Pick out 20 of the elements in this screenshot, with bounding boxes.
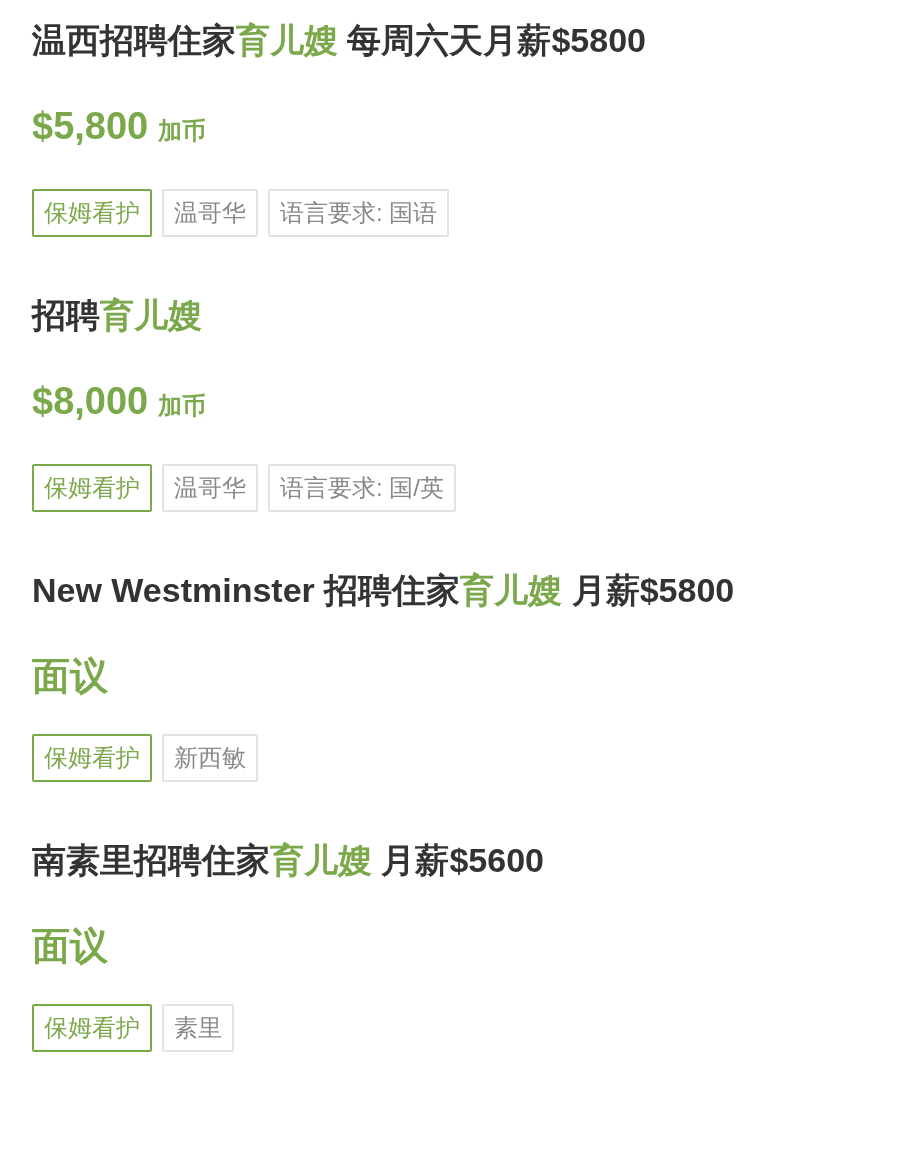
price: $8,000: [32, 379, 149, 424]
category-tag: 保姆看护: [32, 734, 152, 782]
currency-unit: 加币: [158, 116, 207, 146]
listing-title[interactable]: 温西招聘住家育儿嫂 每周六天月薪$5800: [32, 14, 920, 66]
price: 面议: [32, 924, 108, 969]
category-tag: 保姆看护: [32, 464, 152, 512]
price: $5,800: [32, 104, 149, 149]
category-tag: 保姆看护: [32, 189, 152, 237]
info-tag: 新西敏: [162, 734, 258, 782]
currency-unit: 加币: [158, 391, 207, 421]
info-tag: 温哥华: [162, 464, 258, 512]
category-tag: 保姆看护: [32, 1004, 152, 1052]
info-tag: 语言要求: 国/英: [268, 464, 456, 512]
info-tag: 温哥华: [162, 189, 258, 237]
listing-title[interactable]: New Westminster 招聘住家育儿嫂 月薪$5800: [32, 564, 920, 616]
info-tag: 语言要求: 国语: [268, 189, 450, 237]
info-tag: 素里: [162, 1004, 234, 1052]
listing-title[interactable]: 南素里招聘住家育儿嫂 月薪$5600: [32, 834, 920, 886]
listing-title[interactable]: 招聘育儿嫂: [32, 289, 920, 341]
price: 面议: [32, 654, 108, 699]
